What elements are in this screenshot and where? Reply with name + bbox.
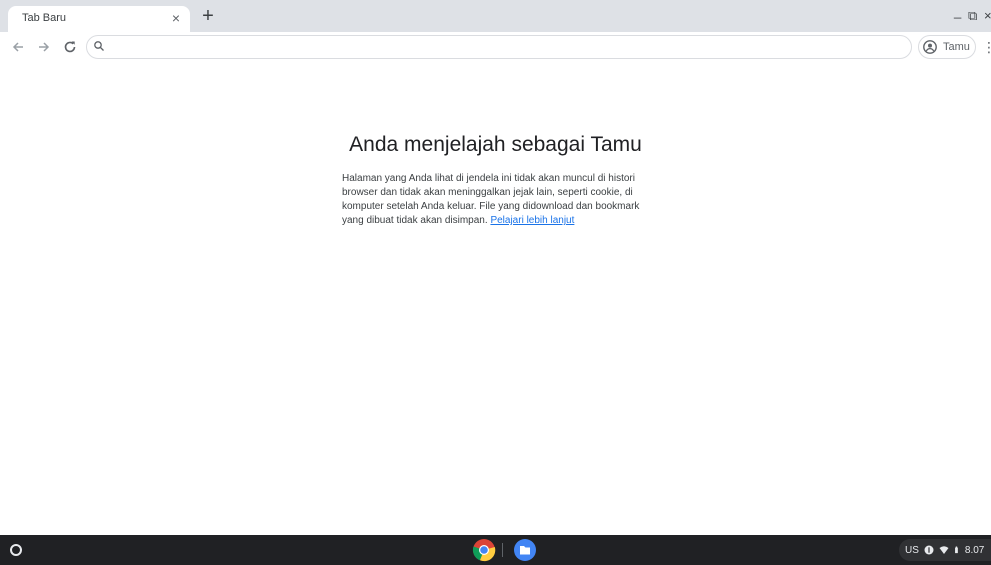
arrow-back-icon (12, 42, 23, 52)
minimize-button[interactable]: _ (954, 4, 961, 19)
wifi-icon (939, 546, 949, 554)
tab-title: Tab Baru (22, 12, 67, 24)
clock: 8.07 (964, 544, 985, 556)
learn-more-link[interactable]: Pelajari lebih lanjut (490, 215, 574, 226)
tab-new-tab[interactable]: Tab Baru × (8, 6, 190, 32)
back-button[interactable] (8, 37, 28, 57)
forward-button[interactable] (34, 37, 54, 57)
search-icon (94, 41, 104, 51)
page-title: Anda menjelajah sebagai Tamu (349, 133, 642, 156)
close-window-button[interactable]: × (984, 8, 991, 23)
tab-strip: Tab Baru × + _ ⧉ × (0, 0, 991, 32)
profile-button[interactable]: Tamu (918, 35, 976, 59)
address-input[interactable] (111, 39, 891, 55)
guest-description: Halaman yang Anda lihat di jendela ini t… (342, 172, 662, 228)
files-app-icon[interactable] (513, 538, 537, 562)
maximize-button[interactable]: ⧉ (968, 8, 977, 24)
chrome-app-icon[interactable] (472, 538, 496, 562)
ime-indicator: US (905, 544, 919, 556)
new-tab-button[interactable]: + (198, 6, 218, 27)
arrow-forward-icon (39, 42, 50, 52)
browser-toolbar: Tamu ⋮ (0, 32, 991, 62)
account-circle-icon (923, 40, 937, 54)
shelf-divider (502, 543, 503, 557)
menu-button[interactable]: ⋮ (982, 37, 991, 57)
omnibox[interactable] (86, 35, 912, 59)
battery-icon (954, 546, 958, 554)
notification-icon (924, 545, 934, 555)
reload-button[interactable] (60, 37, 80, 57)
status-tray[interactable]: US 8.07 (899, 539, 991, 561)
shelf: US 8.07 (0, 535, 991, 565)
chromeos-screen: Tab Baru × + _ ⧉ × Tamu ⋮ Anda menjelaja… (0, 0, 991, 565)
guest-page: Anda menjelajah sebagai Tamu Halaman yan… (0, 62, 991, 535)
reload-icon (64, 41, 76, 53)
profile-label: Tamu (943, 41, 970, 53)
launcher-button[interactable] (10, 544, 22, 556)
tab-close-icon[interactable]: × (168, 10, 184, 26)
